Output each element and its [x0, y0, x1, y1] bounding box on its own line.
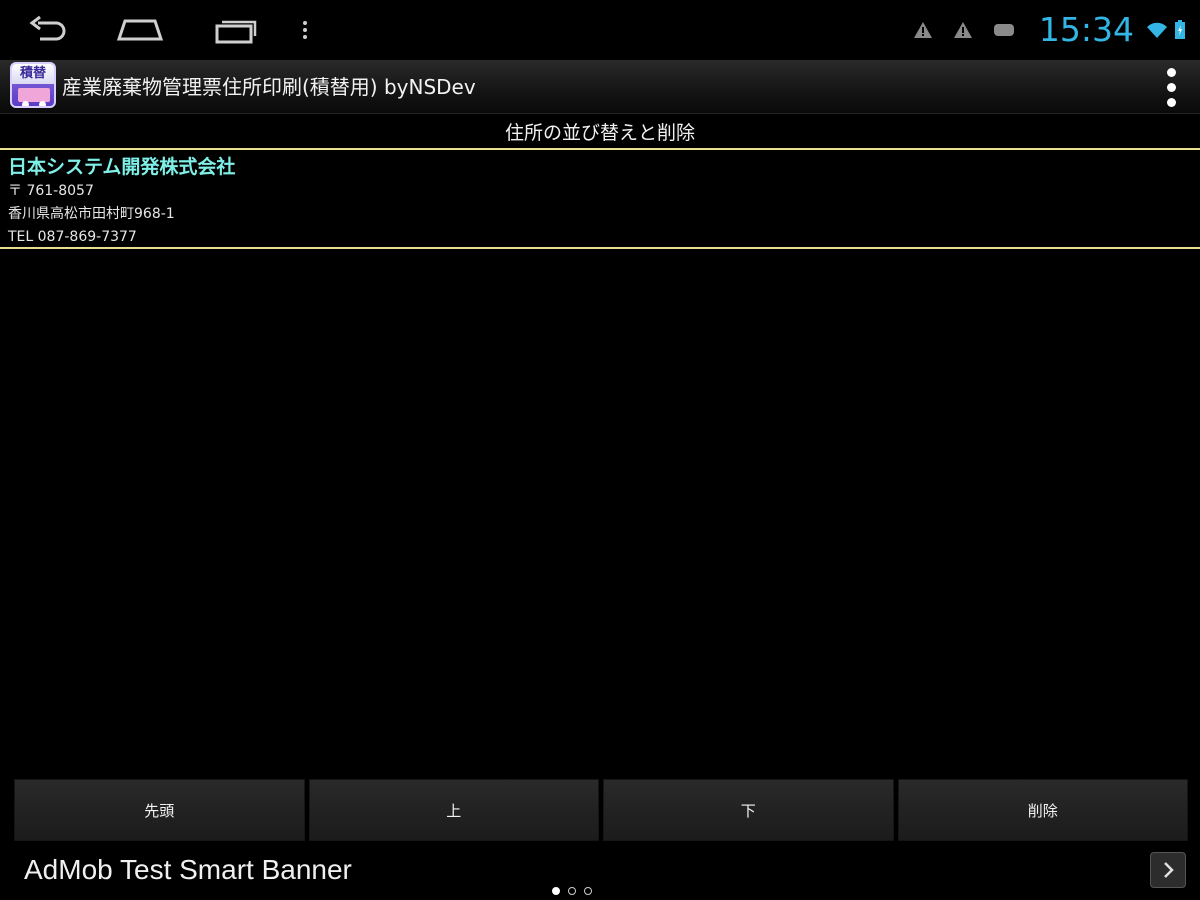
- wheel-icon: [22, 101, 29, 106]
- ad-open-button[interactable]: [1150, 852, 1186, 888]
- page-dot: [584, 887, 592, 895]
- button-bar: 先頭 上 下 削除: [14, 779, 1188, 841]
- dot-icon: [1166, 82, 1176, 92]
- postal-code: 〒 761-8057: [8, 183, 94, 199]
- screen: 15:34 積替 産業廃棄物管理票住所印刷(積替用) byNSDev 住所の並び…: [0, 0, 1200, 900]
- truck-icon: [18, 88, 50, 102]
- app-title: 産業廃棄物管理票住所印刷(積替用) byNSDev: [62, 75, 476, 99]
- warning-icon: [953, 21, 973, 39]
- company-name: 日本システム開発株式会社: [8, 156, 236, 178]
- move-up-button[interactable]: 上: [308, 779, 599, 841]
- wheel-icon: [39, 101, 46, 106]
- clock: 15:34: [1038, 10, 1134, 49]
- app-icon-label: 積替: [12, 64, 54, 84]
- dot-icon: [1166, 97, 1176, 107]
- recents-icon: [215, 20, 257, 44]
- menu-icon: [303, 21, 307, 39]
- back-icon: [29, 15, 66, 41]
- menu-button[interactable]: [290, 8, 320, 52]
- ad-banner[interactable]: AdMob Test Smart Banner: [0, 844, 1200, 900]
- ad-page-indicator: [552, 887, 592, 895]
- warning-icon: [913, 21, 933, 39]
- phone-number: TEL 087-869-7377: [8, 229, 137, 245]
- move-down-button[interactable]: 下: [603, 779, 894, 841]
- message-icon: [993, 22, 1015, 38]
- action-bar: 積替 産業廃棄物管理票住所印刷(積替用) byNSDev: [0, 60, 1200, 114]
- dot-icon: [1166, 67, 1176, 77]
- list-item[interactable]: 日本システム開発株式会社 〒 761-8057 香川県高松市田村町968-1 T…: [0, 148, 1200, 249]
- home-icon: [116, 19, 164, 41]
- section-title: 住所の並び替えと削除: [504, 122, 695, 144]
- home-button[interactable]: [108, 8, 172, 52]
- app-icon[interactable]: 積替: [10, 62, 56, 108]
- battery-icon: [1174, 20, 1186, 40]
- back-button[interactable]: [16, 8, 80, 52]
- page-dot: [552, 887, 560, 895]
- page-dot: [568, 887, 576, 895]
- wifi-icon: [1146, 21, 1168, 39]
- status-area: 15:34: [913, 8, 1186, 52]
- address-list: 日本システム開発株式会社 〒 761-8057 香川県高松市田村町968-1 T…: [0, 148, 1200, 249]
- chevron-right-icon: [1164, 862, 1174, 878]
- ad-text: AdMob Test Smart Banner: [24, 854, 352, 885]
- address-text: 香川県高松市田村町968-1: [8, 206, 175, 222]
- delete-button[interactable]: 削除: [897, 779, 1188, 841]
- system-bar: 15:34: [0, 0, 1200, 60]
- move-to-top-button[interactable]: 先頭: [14, 779, 305, 841]
- recents-button[interactable]: [204, 8, 268, 52]
- overflow-menu-button[interactable]: [1156, 64, 1186, 110]
